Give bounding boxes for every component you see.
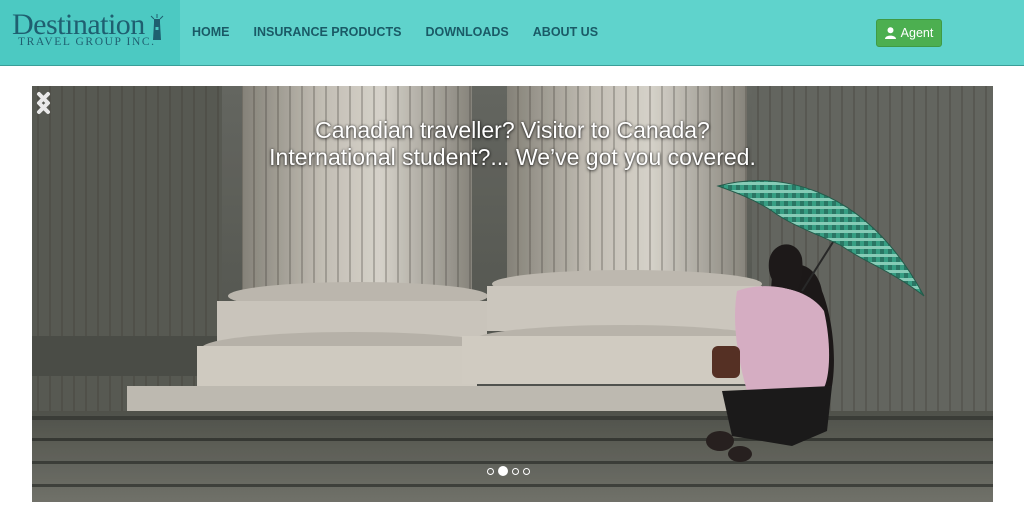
- hero-carousel[interactable]: Canadian traveller? Visitor to Canada? I…: [32, 86, 993, 502]
- navbar: Destination TRAVEL GROUP INC. HOME INSUR…: [0, 0, 1024, 66]
- carousel-indicator-4[interactable]: [523, 467, 530, 475]
- nav-item-insurance-products[interactable]: INSURANCE PRODUCTS: [254, 25, 402, 39]
- carousel-indicator-1[interactable]: [487, 467, 494, 475]
- hero-headline-line-2: International student?... We’ve got you …: [269, 144, 756, 170]
- hero-headline: Canadian traveller? Visitor to Canada? I…: [32, 117, 993, 171]
- carousel-indicator-3[interactable]: [512, 467, 519, 475]
- main-nav: HOME INSURANCE PRODUCTS DOWNLOADS ABOUT …: [192, 25, 622, 39]
- agent-button-label: Agent: [900, 26, 934, 40]
- nav-item-downloads[interactable]: DOWNLOADS: [425, 25, 508, 39]
- agent-button[interactable]: Agent: [876, 19, 942, 47]
- logo[interactable]: Destination TRAVEL GROUP INC.: [0, 0, 180, 65]
- hero-headline-line-1: Canadian traveller? Visitor to Canada?: [315, 117, 710, 143]
- chevron-right-icon[interactable]: [32, 86, 54, 120]
- carousel-indicators: [487, 466, 530, 476]
- logo-subtitle: TRAVEL GROUP INC.: [18, 36, 156, 48]
- nav-item-about-us[interactable]: ABOUT US: [533, 25, 598, 39]
- carousel-indicator-2[interactable]: [498, 466, 508, 476]
- nav-item-home[interactable]: HOME: [192, 25, 230, 39]
- user-icon: [884, 27, 896, 39]
